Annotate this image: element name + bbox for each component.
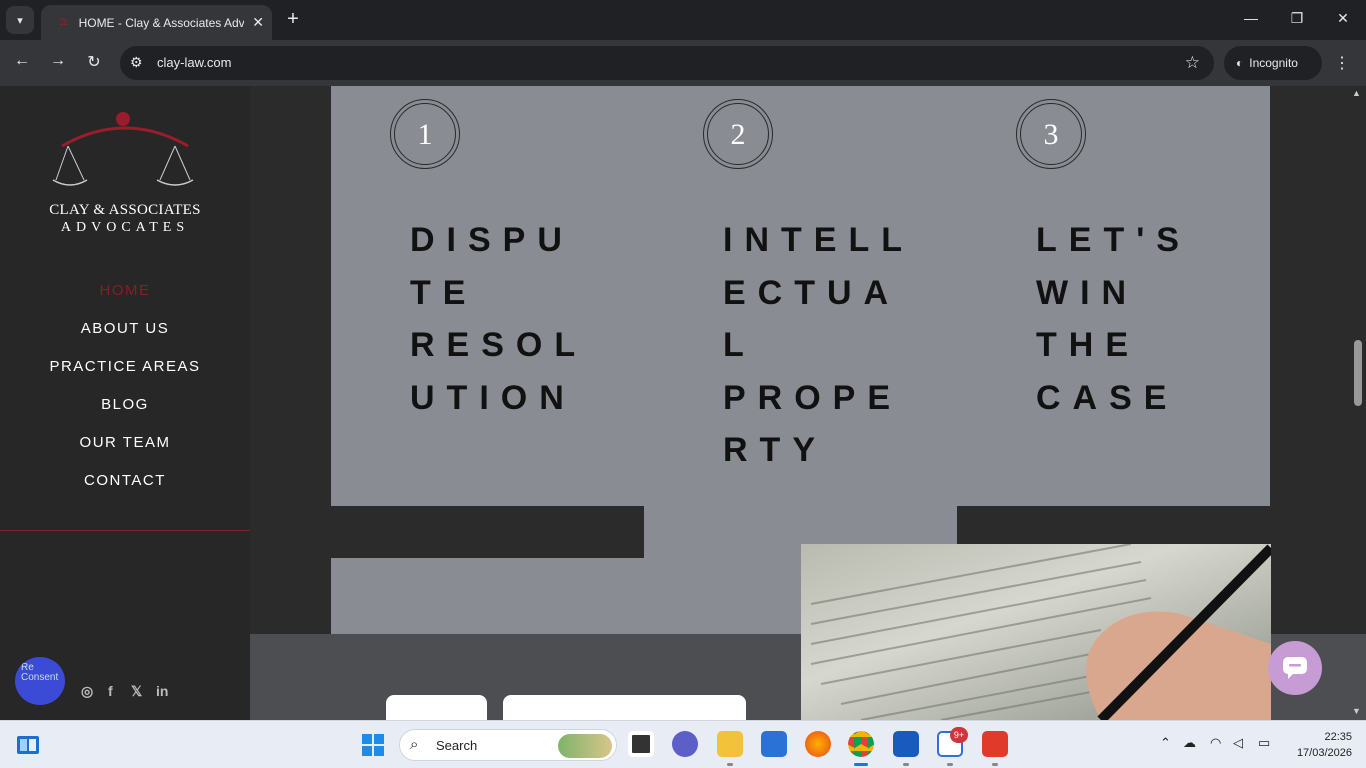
minimize-button[interactable]: — [1241,10,1261,26]
chat-bubble-icon [1283,657,1307,679]
scroll-down-arrow-icon[interactable]: ▼ [1352,706,1361,716]
nav-blog[interactable]: BLOG [0,396,250,413]
close-window-button[interactable]: ✕ [1333,10,1353,27]
content-card-2[interactable] [503,695,746,720]
taskbar-search-label: Search [436,738,478,753]
forward-arrow-icon[interactable]: → [46,52,70,70]
site-favicon-icon: ⚖ [59,16,68,28]
logo-subtitle[interactable]: ADVOCATES [0,220,250,236]
tab-title: HOME - Clay & Associates Adv [78,15,245,30]
nav-about-us[interactable]: ABOUT US [0,320,250,337]
signing-document-image [801,544,1271,720]
browser-tab[interactable]: ⚖ HOME - Clay & Associates Adv ✕ [41,5,272,40]
widgets-icon[interactable] [16,733,40,757]
sidebar-divider [0,530,250,531]
step-3-number: 3 [1043,118,1059,151]
running-indicator [947,763,953,766]
new-tab-button[interactable]: + [282,8,304,31]
running-indicator [727,763,733,766]
consent-badge[interactable]: Re Consent [15,657,65,705]
taskbar-search[interactable]: ⌕ Search [399,729,617,761]
incognito-icon: ◐ [1236,56,1244,70]
microsoft-store-icon[interactable] [761,731,787,757]
chrome-icon[interactable] [845,728,877,760]
nav-home[interactable]: HOME [0,282,250,299]
step-1-title: DISPU TE RESOL UTION [410,221,588,417]
teams-icon[interactable] [672,731,698,757]
restore-button[interactable]: ❐ [1287,10,1307,27]
nav-practice-areas[interactable]: PRACTICE AREAS [0,358,250,375]
acrobat-icon[interactable] [982,731,1008,757]
scrollbar-thumb[interactable] [1354,340,1362,406]
running-indicator [903,763,909,766]
x-icon[interactable]: 𝕏 [131,683,142,700]
steps-panel: 1 DISPU TE RESOL UTION 2 INTELL ECTUA L … [331,86,1270,506]
mail-badge: 9+ [950,727,968,743]
clock-date: 17/03/2026 [1296,747,1352,759]
word-icon[interactable] [893,731,919,757]
show-hidden-icons-icon[interactable]: ⌃ [1160,735,1171,751]
url-text[interactable]: clay-law.com [157,55,231,70]
step-2-number: 2 [730,118,746,151]
taskbar: ⌕ Search 9+ ⌃ ☁ ◠ ◁ ▭ 22:35 17/03/2026 [0,720,1366,768]
whatsapp-icon[interactable]: ◎ [81,683,93,700]
grey-block [331,558,801,634]
clock[interactable]: 22:35 17/03/2026 [1297,729,1352,761]
bookmark-star-icon[interactable]: ☆ [1185,53,1200,73]
nav-contact[interactable]: CONTACT [0,472,250,489]
step-2-title: INTELL ECTUA L PROPE RTY [723,221,914,469]
file-explorer-icon[interactable] [717,731,743,757]
tab-search-button[interactable]: ▾ [6,6,34,34]
browser-toolbar: ← → ↻ ⚙ clay-law.com ☆ ◐ Incognito ⋮ [0,40,1366,86]
incognito-badge[interactable]: ◐ Incognito [1224,46,1322,80]
address-bar[interactable]: ⚙ clay-law.com ☆ [120,46,1214,80]
step-1-number: 1 [417,118,433,151]
sidebar: CLAY & ASSOCIATES ADVOCATES HOME ABOUT U… [0,86,250,720]
volume-icon[interactable]: ◁ [1233,735,1243,751]
running-indicator [992,763,998,766]
wifi-icon[interactable]: ◠ [1210,735,1221,751]
step-3-title: LET'S WIN THE CASE [1036,221,1191,417]
logo-name[interactable]: CLAY & ASSOCIATES [0,202,250,219]
clock-time: 22:35 [1324,731,1352,743]
firefox-icon[interactable] [805,731,831,757]
search-highlight-image [558,734,612,758]
chat-button[interactable] [1268,641,1322,695]
step-2-circle: 2 [703,99,773,169]
step-3-circle: 3 [1016,99,1086,169]
browser-menu-icon[interactable]: ⋮ [1334,53,1350,73]
back-arrow-icon[interactable]: ← [10,52,34,70]
linkedin-icon[interactable]: in [156,683,168,699]
incognito-label: Incognito [1249,56,1298,70]
task-view-icon[interactable] [628,731,654,757]
scales-logo-icon [52,112,194,186]
search-icon: ⌕ [410,736,419,753]
facebook-icon[interactable]: f [108,683,113,699]
nav-our-team[interactable]: OUR TEAM [0,434,250,451]
page-viewport: CLAY & ASSOCIATES ADVOCATES HOME ABOUT U… [0,86,1366,720]
reload-icon[interactable]: ↻ [82,52,106,72]
browser-tab-bar: ▾ ⚖ HOME - Clay & Associates Adv ✕ + — ❐… [0,0,1366,40]
active-app-indicator [854,763,868,766]
content-card-1[interactable] [386,695,487,720]
site-info-icon[interactable]: ⚙ [130,54,143,71]
scroll-up-arrow-icon[interactable]: ▲ [1352,88,1361,98]
tab-close-icon[interactable]: ✕ [252,14,264,31]
step-1-circle: 1 [390,99,460,169]
start-icon[interactable] [361,733,385,757]
onedrive-icon[interactable]: ☁ [1183,735,1196,751]
battery-icon[interactable]: ▭ [1258,735,1270,751]
